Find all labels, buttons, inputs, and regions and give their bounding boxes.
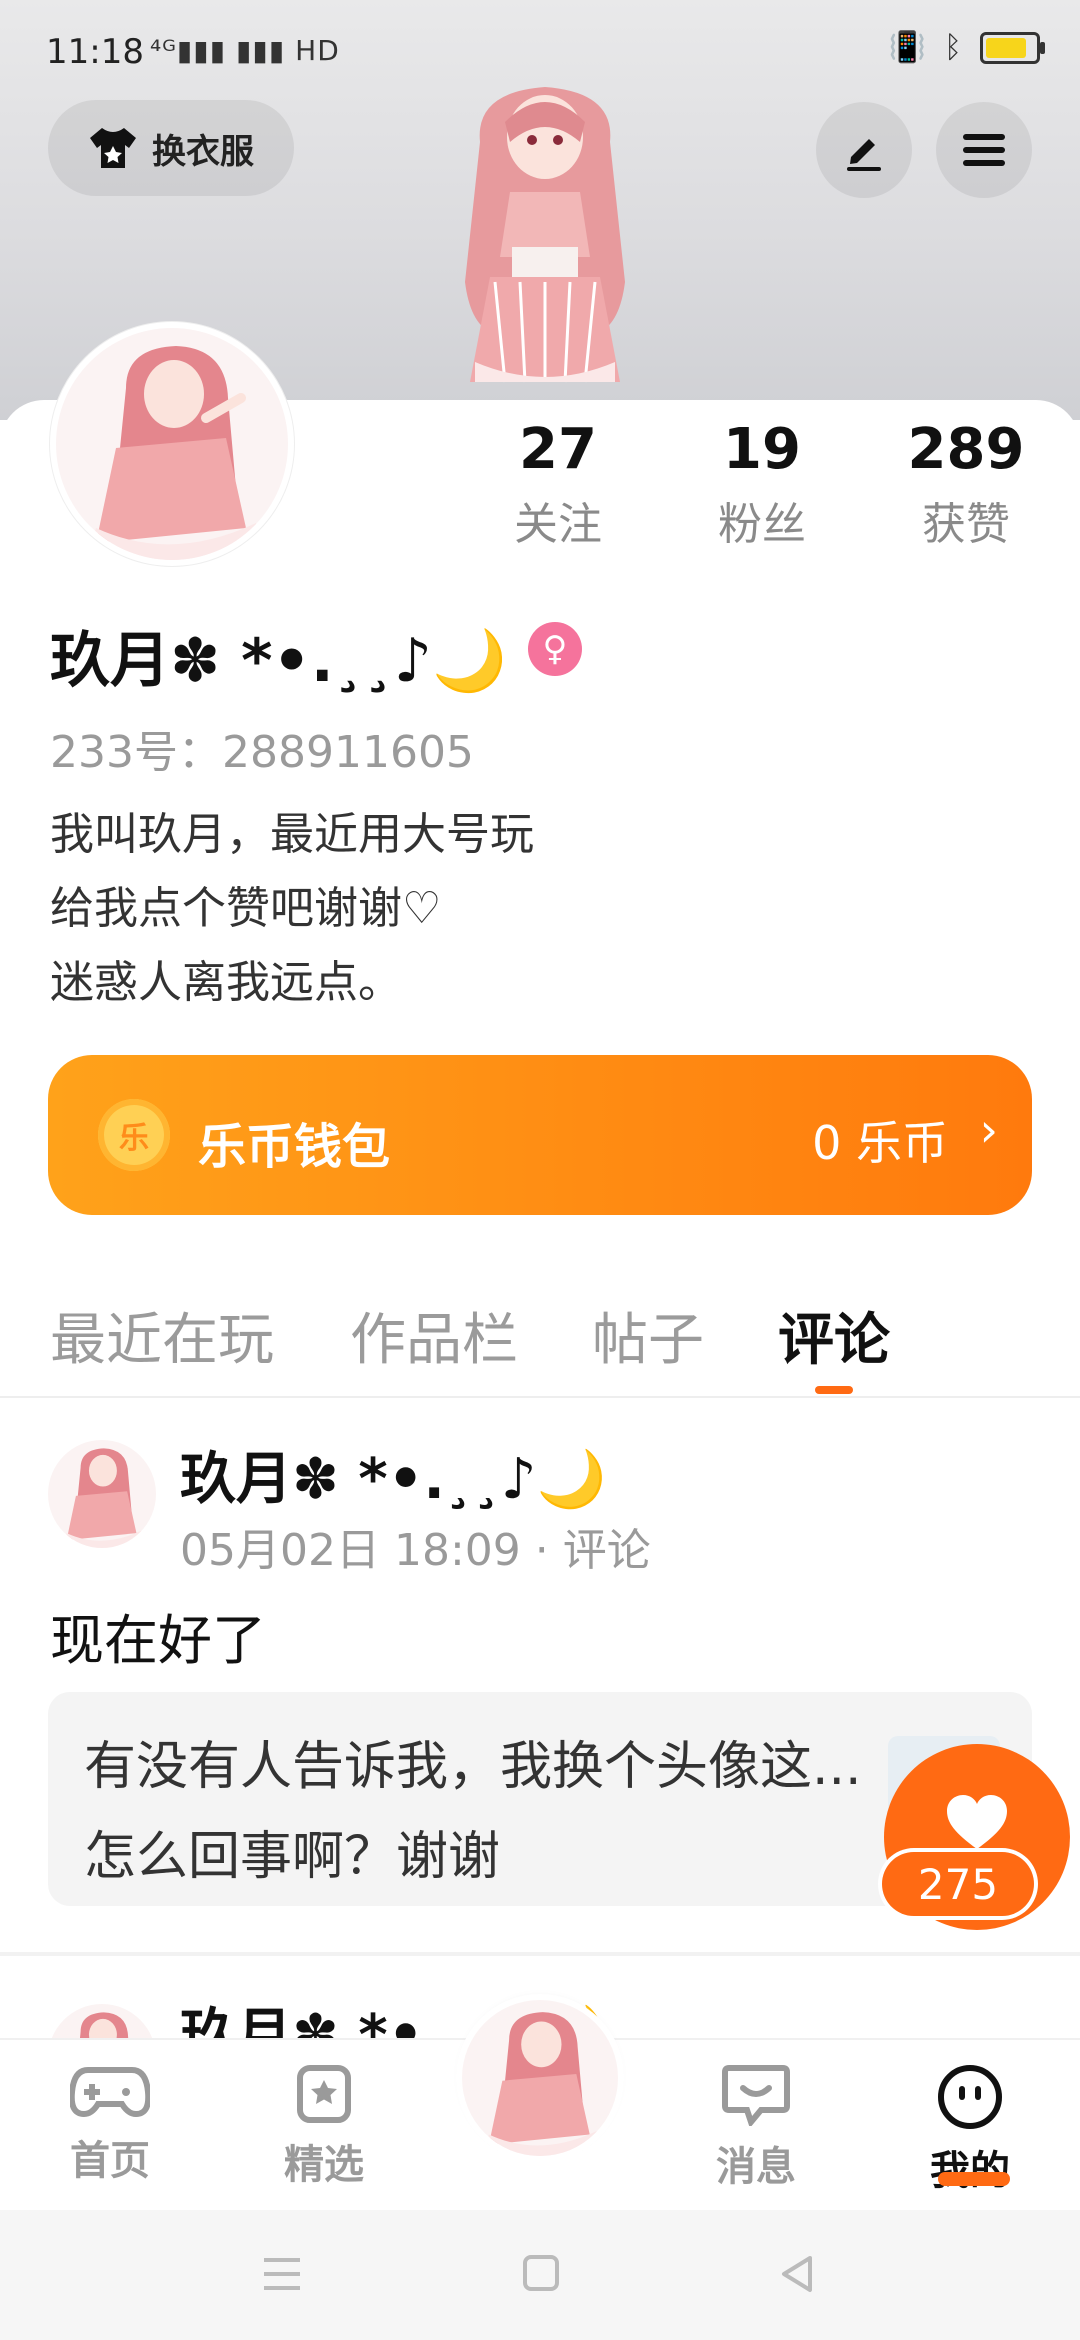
wallet-title: 乐币钱包 — [198, 1119, 391, 1175]
female-gender-icon: ♀ — [528, 622, 582, 676]
wallet-balance: 0 乐币 — [812, 1116, 948, 1170]
system-navigation-bar — [0, 2210, 1080, 2340]
active-tab-indicator — [815, 1386, 853, 1394]
active-nav-indicator — [938, 2172, 1010, 2186]
stat-label: 粉丝 — [718, 499, 806, 550]
status-time: 11:18 — [46, 32, 144, 72]
nav-label: 精选 — [284, 2142, 364, 2188]
coin-icon: 乐 — [98, 1099, 170, 1171]
stat-following[interactable]: 27 关注 — [488, 418, 628, 552]
avatar-image — [48, 1440, 156, 1548]
network-indicator: ⁴ᴳ▮▮▮ ▮▮▮ HD — [150, 34, 340, 67]
character-illustration — [465, 87, 625, 383]
change-outfit-label: 换衣服 — [152, 131, 254, 172]
bio-line: 给我点个赞吧谢谢♡ — [50, 883, 442, 934]
edit-profile-button[interactable] — [816, 102, 912, 198]
chat-icon — [722, 2065, 790, 2129]
bio-line: 我叫玖月，最近用大号玩 — [50, 809, 534, 860]
face-icon — [938, 2065, 1002, 2129]
quoted-post-text: 有没有人告诉我，我换个头像这...怎么回事啊？谢谢 — [84, 1737, 862, 1887]
stat-value: 27 — [519, 417, 597, 482]
comment-avatar[interactable] — [48, 1440, 156, 1548]
stat-value: 19 — [723, 417, 801, 482]
bluetooth-icon: ᛒ — [944, 30, 962, 65]
recent-apps-icon[interactable] — [262, 2256, 302, 2292]
bio-line: 迷惑人离我远点。 — [50, 957, 402, 1008]
nav-featured[interactable]: 精选 — [244, 2064, 404, 2190]
menu-icon — [963, 134, 1005, 166]
status-right-icons: 📳 ᛒ — [888, 30, 1045, 65]
tab-recent-play[interactable]: 最近在玩 — [50, 1295, 274, 1376]
avatar-image — [462, 2000, 618, 2156]
nav-label: 消息 — [716, 2144, 796, 2190]
comment-author[interactable]: 玖月✽ *•.¸¸♪🌙 — [180, 1434, 606, 1515]
heart-icon — [947, 1795, 1007, 1849]
stat-followers[interactable]: 19 粉丝 — [692, 418, 832, 552]
comment-text[interactable]: 现在好了 — [50, 1596, 266, 1675]
divider — [0, 1952, 1080, 1956]
nav-home[interactable]: 首页 — [30, 2064, 190, 2186]
comment-meta: 05月02日 18:09 · 评论 — [180, 1525, 651, 1576]
home-icon[interactable] — [522, 2254, 560, 2292]
avatar-image — [56, 328, 288, 560]
nav-messages[interactable]: 消息 — [676, 2064, 836, 2192]
tshirt-icon — [90, 128, 136, 168]
menu-button[interactable] — [936, 102, 1032, 198]
star-bookmark-icon — [297, 2065, 351, 2123]
tab-comments[interactable]: 评论 — [778, 1295, 890, 1376]
back-icon[interactable] — [778, 2254, 814, 2294]
nav-label: 首页 — [70, 2138, 150, 2184]
tab-posts[interactable]: 帖子 — [592, 1295, 704, 1376]
stat-label: 关注 — [514, 499, 602, 550]
user-id[interactable]: 233号：288911605 — [50, 716, 474, 780]
stat-label: 获赞 — [922, 499, 1010, 550]
stat-value: 289 — [907, 417, 1025, 482]
nav-avatar-button[interactable] — [462, 2000, 618, 2156]
pencil-icon — [847, 139, 881, 171]
change-outfit-button[interactable]: 换衣服 — [48, 100, 294, 196]
avatar[interactable] — [50, 322, 294, 566]
wallet-card[interactable]: 乐 乐币钱包 0 乐币 › — [48, 1055, 1032, 1215]
stat-likes[interactable]: 289 获赞 — [896, 418, 1036, 552]
divider — [0, 1396, 1080, 1398]
chevron-right-icon: › — [979, 1103, 998, 1157]
vibrate-icon: 📳 — [888, 30, 926, 65]
like-count: 275 — [882, 1852, 1034, 1916]
gamepad-icon — [68, 2067, 152, 2118]
tab-works[interactable]: 作品栏 — [350, 1295, 518, 1376]
profile-name: 玖月✽ *•.¸¸♪🌙 — [50, 626, 507, 696]
nav-label: 我的 — [930, 2148, 1010, 2194]
battery-icon — [980, 31, 1045, 64]
